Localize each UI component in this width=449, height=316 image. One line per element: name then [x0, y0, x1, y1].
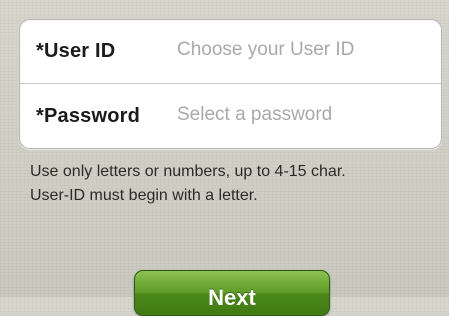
signup-form: *User ID *Password: [19, 19, 442, 149]
password-label: *Password: [36, 105, 141, 127]
next-button[interactable]: Next: [134, 270, 330, 316]
user-id-input[interactable]: [177, 33, 427, 67]
hint-line-2: User-ID must begin with a letter.: [30, 187, 258, 204]
password-input[interactable]: [177, 98, 427, 132]
user-id-row: *User ID: [20, 20, 441, 83]
user-id-label: *User ID: [36, 40, 116, 62]
user-id-hint: Use only letters or numbers, up to 4-15 …: [30, 160, 440, 208]
hint-line-1: Use only letters or numbers, up to 4-15 …: [30, 163, 346, 180]
password-row: *Password: [20, 84, 441, 147]
